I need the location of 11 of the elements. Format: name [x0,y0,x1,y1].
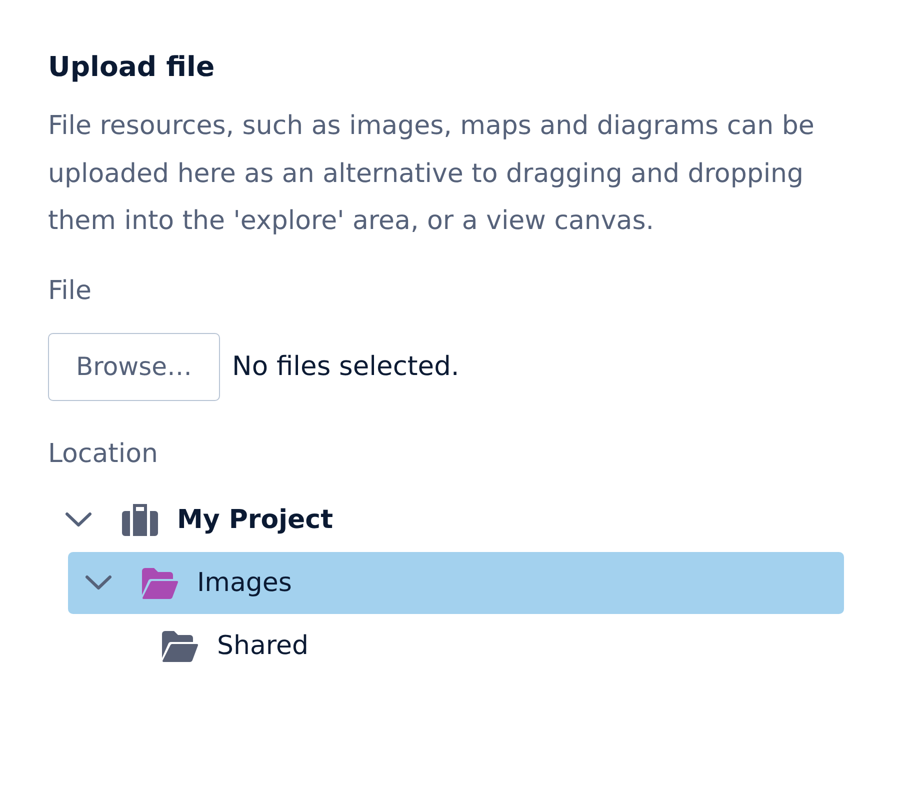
field-label: Location [48,438,158,470]
browse-button[interactable]: Browse… [48,332,220,400]
tree-item[interactable]: Images [68,552,844,614]
file-status-text: No files selected. [232,351,460,382]
tree-item[interactable]: Shared [88,614,844,676]
dialog-title: Upload file [48,50,216,85]
chevron-icon[interactable] [65,512,92,527]
field-label: File [48,274,92,308]
description-text: File resources, such as images, maps and diagrams can be uploaded here as an alternative to dragging and dropping them into the 'explore' area, or a view canvas. [48,110,816,238]
chevron-icon[interactable] [85,575,112,590]
tree-item[interactable]: My Project [48,488,844,550]
